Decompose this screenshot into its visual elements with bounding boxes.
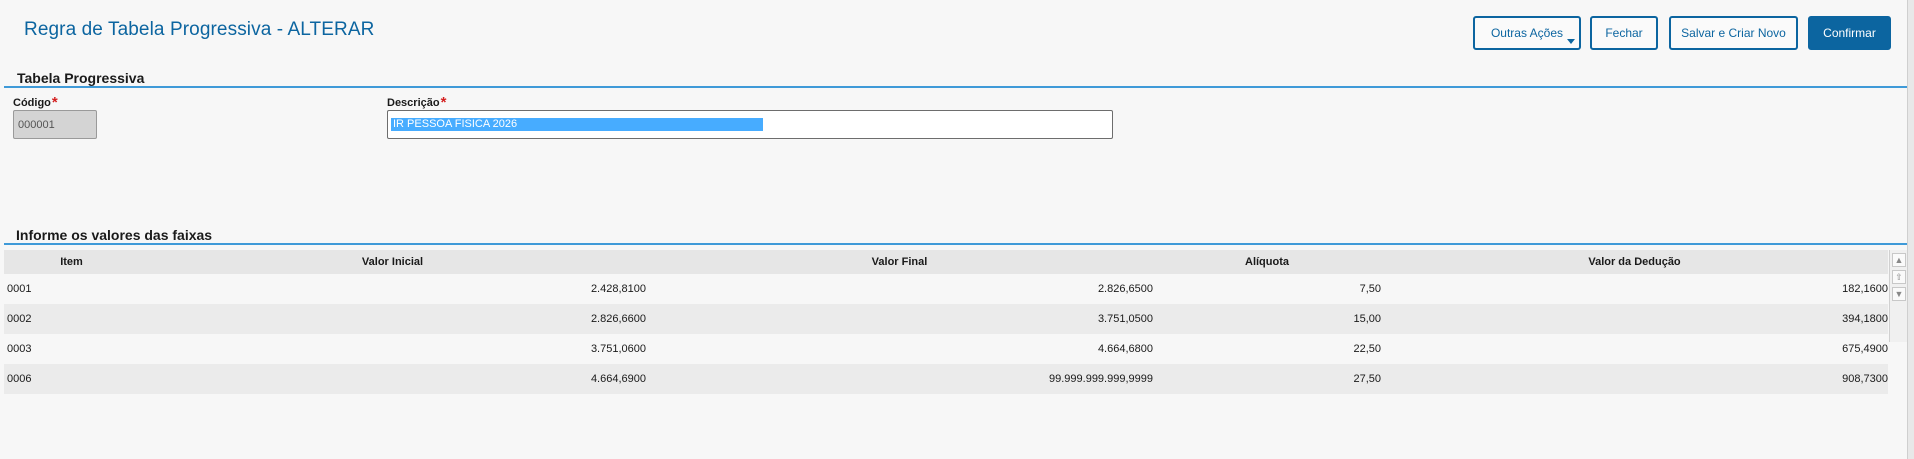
close-label: Fechar <box>1605 26 1643 40</box>
other-actions-button[interactable]: Outras Ações <box>1473 16 1581 50</box>
grid-section-divider <box>4 243 1910 245</box>
cell-initial-value: 2.826,6600 <box>590 313 646 325</box>
cell-item: 0002 <box>7 313 32 325</box>
confirm-button[interactable]: Confirmar <box>1808 16 1891 50</box>
column-header-rate[interactable]: Alíquota <box>1153 250 1381 274</box>
cell-item: 0001 <box>7 283 32 295</box>
description-field[interactable]: IR PESSOA FISICA 2026 <box>387 110 1113 139</box>
cell-item: 0003 <box>7 343 32 355</box>
code-label: Código* <box>13 94 58 111</box>
cell-final-value: 2.826,6500 <box>1097 283 1153 295</box>
table-row[interactable]: 0002 2.826,6600 3.751,0500 15,00 394,180… <box>4 304 1888 334</box>
cell-deduction: 675,4900 <box>1842 343 1888 355</box>
form-section-divider <box>4 86 1910 88</box>
form-section-title: Tabela Progressiva <box>17 70 145 86</box>
code-label-text: Código <box>13 97 51 109</box>
cell-item: 0006 <box>7 373 32 385</box>
arrow-down-icon[interactable]: ▼ <box>1892 287 1906 301</box>
code-value: 000001 <box>18 118 55 131</box>
arrow-up-icon[interactable]: ▲ <box>1892 253 1906 267</box>
grid-section-title: Informe os valores das faixas <box>16 227 213 243</box>
required-marker: * <box>440 94 447 111</box>
cell-rate: 15,00 <box>1353 313 1381 325</box>
column-header-final-value[interactable]: Valor Final <box>646 250 1153 274</box>
description-label: Descrição* <box>387 94 447 111</box>
cell-final-value: 4.664,6800 <box>1097 343 1153 355</box>
scroll-top-icon[interactable]: ⇧ <box>1892 270 1906 284</box>
code-field[interactable]: 000001 <box>13 110 97 139</box>
column-header-deduction[interactable]: Valor da Dedução <box>1381 250 1888 274</box>
page-title: Regra de Tabela Progressiva - ALTERAR <box>24 19 375 40</box>
description-value: IR PESSOA FISICA 2026 <box>391 118 763 131</box>
column-header-initial-value[interactable]: Valor Inicial <box>139 250 646 274</box>
required-marker: * <box>51 94 58 111</box>
cell-initial-value: 2.428,8100 <box>590 283 646 295</box>
cell-final-value: 3.751,0500 <box>1097 313 1153 325</box>
cell-deduction: 908,7300 <box>1842 373 1888 385</box>
cell-rate: 7,50 <box>1359 283 1381 295</box>
other-actions-label: Outras Ações <box>1490 26 1564 40</box>
description-label-text: Descrição <box>387 97 440 109</box>
window-edge <box>1907 0 1914 459</box>
column-header-item[interactable]: Item <box>4 250 139 274</box>
cell-rate: 22,50 <box>1353 343 1381 355</box>
cell-rate: 27,50 <box>1353 373 1381 385</box>
confirm-label: Confirmar <box>1823 26 1876 40</box>
cell-deduction: 394,1800 <box>1842 313 1888 325</box>
cell-initial-value: 4.664,6900 <box>590 373 646 385</box>
table-scrollbar[interactable]: ▲ ⇧ ▼ <box>1889 250 1908 342</box>
table-row[interactable]: 0006 4.664,6900 99.999.999.999,9999 27,5… <box>4 364 1888 394</box>
cell-final-value: 99.999.999.999,9999 <box>1049 373 1153 385</box>
caret-down-icon <box>1567 39 1575 44</box>
save-and-create-new-label: Salvar e Criar Novo <box>1681 26 1786 40</box>
close-button[interactable]: Fechar <box>1590 16 1658 50</box>
cell-deduction: 182,1600 <box>1842 283 1888 295</box>
cell-initial-value: 3.751,0600 <box>590 343 646 355</box>
table-header: Item Valor Inicial Valor Final Alíquota … <box>4 250 1888 274</box>
table-row[interactable]: 0001 2.428,8100 2.826,6500 7,50 182,1600 <box>4 274 1888 304</box>
ranges-table: Item Valor Inicial Valor Final Alíquota … <box>4 250 1888 394</box>
save-and-create-new-button[interactable]: Salvar e Criar Novo <box>1669 16 1798 50</box>
table-row[interactable]: 0003 3.751,0600 4.664,6800 22,50 675,490… <box>4 334 1888 364</box>
